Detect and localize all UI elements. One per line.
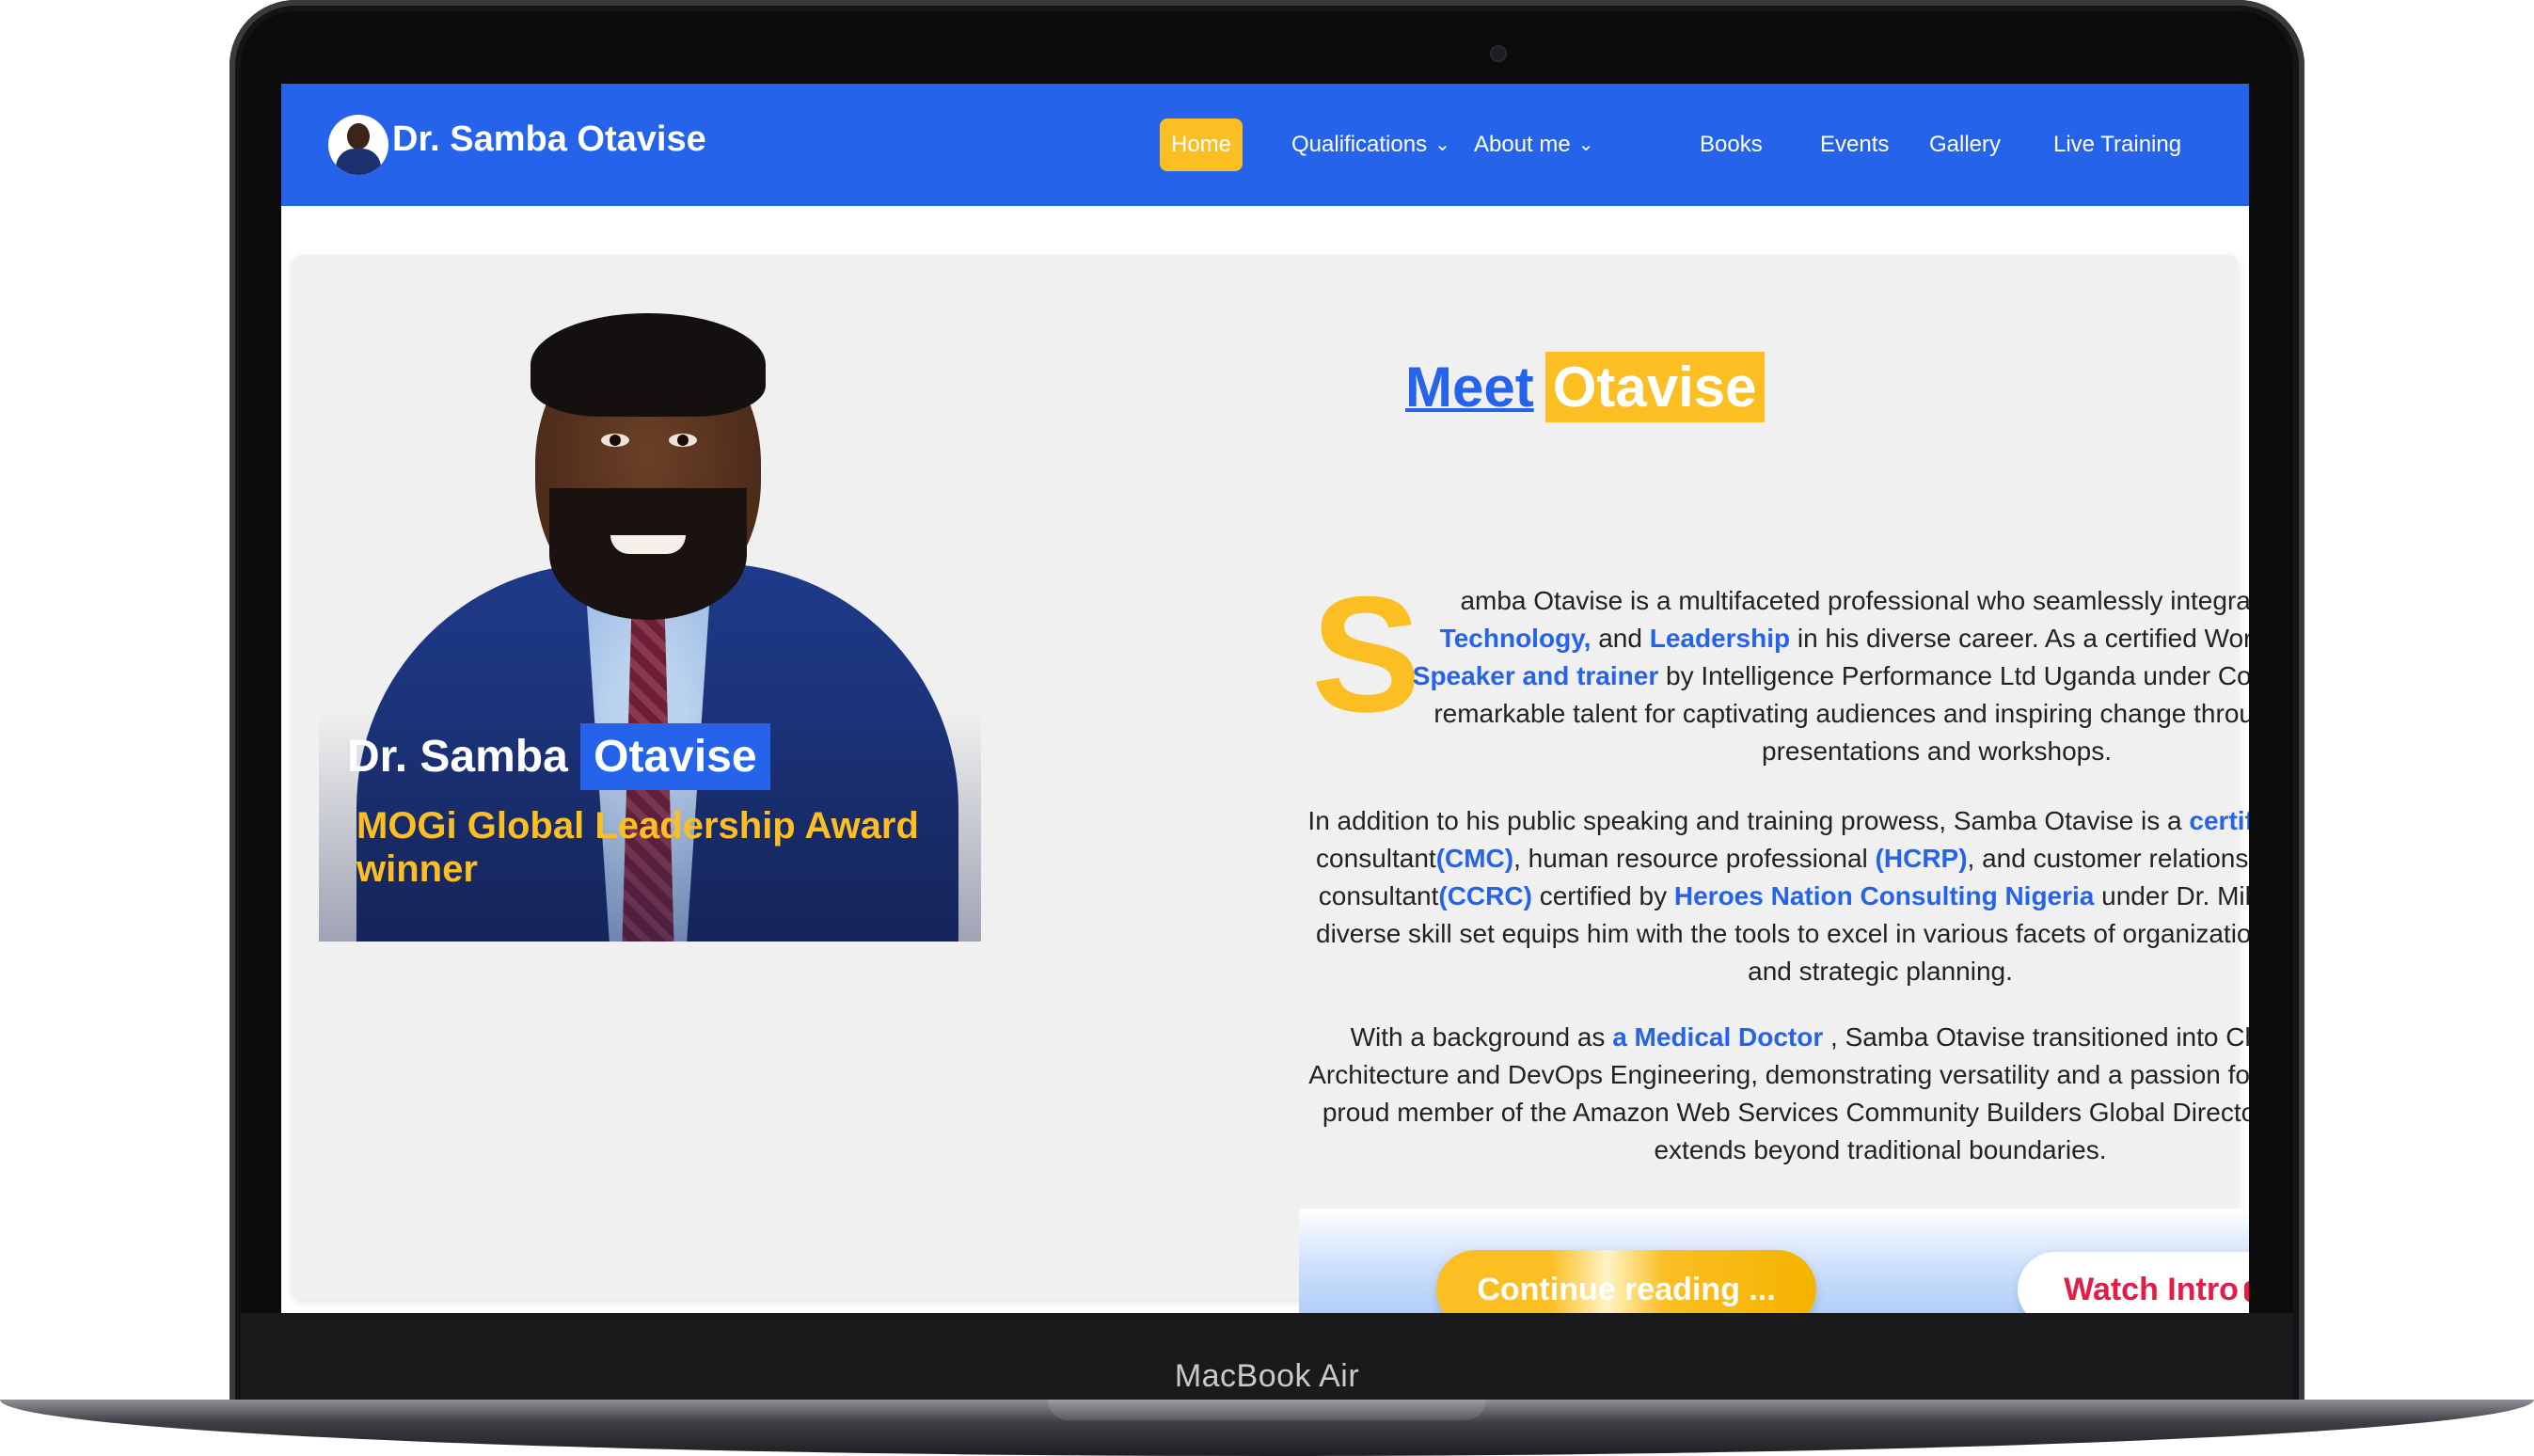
nav-gallery-label: Gallery [1929, 132, 2002, 157]
p2-highlight-5[interactable]: Heroes Nation Consulting Nigeria [1674, 881, 2095, 910]
avatar-head [347, 123, 370, 150]
drop-cap: S [1311, 563, 1421, 747]
about-paragraph-2: In addition to his public speaking and t… [1297, 802, 2249, 990]
camera-icon [1490, 45, 1507, 62]
award-caption: MOGi Global Leadership Award winner [356, 805, 919, 890]
chevron-down-icon: ⌄ [1434, 135, 1450, 155]
p1-text-1: amba Otavise is a multifaceted professio… [1460, 586, 2249, 615]
title-meet: Meet [1405, 356, 1534, 419]
title-name: Otavise [1544, 352, 1765, 422]
nav-events[interactable]: Events [1809, 119, 1900, 171]
nav-gallery[interactable]: Gallery [1918, 119, 2012, 171]
portrait-name-last: Otavise [580, 723, 770, 790]
youtube-icon [2243, 1280, 2249, 1302]
nav-live-training[interactable]: Live Training [2042, 119, 2193, 171]
p1-highlight-2: Leadership [1649, 624, 1791, 653]
watch-intro-button[interactable]: Watch Intro [2018, 1252, 2249, 1313]
nav-qualifications-label: Qualifications [1291, 132, 1428, 157]
p2-highlight-2: (CMC) [1435, 844, 1514, 873]
portrait-eye [601, 434, 629, 447]
nav-events-label: Events [1820, 132, 1890, 157]
p2-text-5: certified by [1531, 881, 1674, 910]
p2-highlight-1: certified [2189, 806, 2249, 835]
nav-live-training-label: Live Training [2053, 132, 2182, 157]
continue-reading-button[interactable]: Continue reading ... [1436, 1250, 1816, 1313]
p2-text-3: , human resource professional [1513, 844, 1876, 873]
watch-intro-label: Watch Intro [2064, 1271, 2239, 1307]
p1-text-2: and [1591, 624, 1650, 653]
navbar: Dr. Samba Otavise Home Qualifications ⌄ A… [281, 84, 2249, 206]
laptop-notch [1048, 1400, 1486, 1420]
nav-about-label: About me [1474, 132, 1571, 157]
screen: Dr. Samba Otavise Home Qualifications ⌄ A… [281, 84, 2249, 1313]
avatar-suit [336, 149, 381, 175]
p2-highlight-3: (HCRP) [1875, 844, 1968, 873]
portrait-smile [610, 535, 686, 554]
nav-qualifications[interactable]: Qualifications ⌄ [1280, 119, 1462, 171]
portrait-beard [549, 488, 747, 620]
about-paragraph-3: With a background as a Medical Doctor , … [1297, 1019, 2249, 1169]
nav-books[interactable]: Books [1688, 119, 1774, 171]
p1-text-3: in his diverse career. As a certified Wo… [1797, 624, 2249, 653]
p2-text-1: In addition to his public speaking and t… [1307, 806, 2190, 835]
nav-home[interactable]: Home [1160, 119, 1243, 171]
portrait-eye [669, 434, 697, 447]
portrait-name-first: Dr. Samba [347, 732, 568, 782]
site-brand[interactable]: Dr. Samba Otavise [392, 119, 706, 160]
p3-text-1: With a background as [1350, 1022, 1613, 1052]
nav-home-label: Home [1171, 132, 1232, 157]
p2-highlight-4: (CCRC) [1438, 881, 1532, 910]
portrait-hair [531, 313, 766, 417]
nav-about[interactable]: About me ⌄ [1463, 119, 1606, 171]
about-paragraph-1: amba Otavise is a multifaceted professio… [1410, 582, 2249, 770]
portrait-name: Dr. Samba Otavise [347, 723, 770, 790]
portrait-image: Dr. Samba Otavise MOGi Global Leadership… [319, 300, 981, 942]
page-title: Meet Otavise [1405, 352, 1765, 422]
chevron-down-icon: ⌄ [1577, 135, 1594, 155]
avatar[interactable] [328, 115, 388, 175]
p3-highlight-1: a Medical Doctor [1612, 1022, 1824, 1052]
device-label: MacBook Air [1174, 1358, 1360, 1394]
nav-books-label: Books [1700, 132, 1763, 157]
